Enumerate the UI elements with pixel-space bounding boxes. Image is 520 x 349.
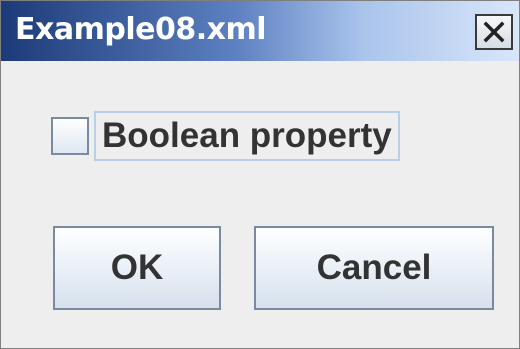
title-bar[interactable]: Example08.xml	[1, 1, 519, 61]
boolean-property-checkbox-row[interactable]: Boolean property	[51, 109, 400, 163]
boolean-property-checkbox[interactable]	[51, 117, 89, 155]
close-button[interactable]	[475, 14, 513, 50]
dialog-window: Example08.xml Boolean property OK Cancel	[0, 0, 520, 349]
boolean-property-label[interactable]: Boolean property	[94, 111, 400, 161]
ok-button[interactable]: OK	[53, 226, 221, 310]
close-icon	[483, 21, 505, 43]
window-title: Example08.xml	[15, 12, 267, 47]
cancel-button[interactable]: Cancel	[254, 226, 494, 310]
dialog-content: Boolean property OK Cancel	[1, 61, 519, 348]
